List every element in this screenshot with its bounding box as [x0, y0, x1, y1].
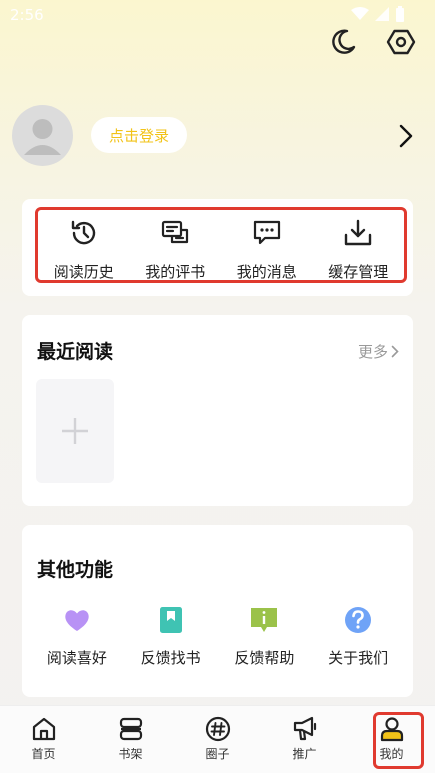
profile-chevron-right-icon[interactable] — [398, 124, 414, 152]
signal-icon — [375, 7, 389, 21]
nav-tab-promote[interactable]: 推广 — [261, 706, 348, 773]
plus-icon — [62, 418, 88, 444]
quick-item-reading-history[interactable]: 阅读历史 — [38, 210, 130, 281]
hexagon-settings-icon — [386, 29, 416, 55]
review-icon — [162, 220, 189, 244]
other-functions-card: 其他功能 阅读喜好 反馈找书 反馈帮助 关于我们 — [22, 525, 413, 697]
default-avatar-icon — [24, 119, 61, 155]
history-icon — [71, 220, 95, 245]
heart-icon — [65, 610, 89, 631]
func-item-feedback-help[interactable]: 反馈帮助 — [218, 605, 312, 668]
wifi-icon — [351, 7, 369, 20]
settings-button[interactable] — [384, 25, 418, 59]
night-mode-button[interactable] — [326, 25, 360, 59]
info-bubble-icon — [251, 608, 278, 632]
message-icon — [253, 220, 280, 245]
nav-label: 圈子 — [205, 747, 230, 761]
func-item-label: 关于我们 — [328, 649, 389, 667]
hashtag-icon — [205, 716, 230, 742]
battery-icon — [396, 6, 404, 22]
other-functions-row: 阅读喜好 反馈找书 反馈帮助 关于我们 — [30, 605, 405, 668]
more-link[interactable]: 更多 — [358, 341, 399, 362]
recent-reading-card: 最近阅读 更多 — [22, 315, 413, 506]
bookmark-icon — [159, 607, 182, 633]
status-icons — [351, 6, 405, 22]
status-time: 2:56 — [10, 6, 44, 24]
bottom-navigation: 首页 书架 圈子 推广 我的 — [0, 705, 435, 773]
question-icon — [345, 607, 372, 633]
quick-item-label: 我的消息 — [236, 263, 297, 281]
status-bar: 2:56 — [0, 0, 435, 32]
nav-tab-circle[interactable]: 圈子 — [174, 706, 261, 773]
func-item-reading-preferences[interactable]: 阅读喜好 — [30, 605, 124, 668]
nav-tab-bookshelf[interactable]: 书架 — [87, 706, 174, 773]
avatar[interactable] — [12, 105, 73, 166]
other-functions-title: 其他功能 — [37, 559, 114, 581]
quick-item-label: 缓存管理 — [328, 263, 389, 281]
recent-reading-title: 最近阅读 — [37, 341, 114, 363]
nav-label: 首页 — [31, 747, 56, 761]
quick-item-label: 我的评书 — [145, 263, 206, 281]
quick-actions-card: 阅读历史 我的评书 我的消息 缓存管理 — [22, 199, 413, 296]
func-item-label: 反馈帮助 — [234, 649, 295, 667]
bookshelf-icon — [119, 717, 142, 741]
func-item-label: 反馈找书 — [140, 649, 201, 667]
moon-icon — [332, 29, 356, 54]
more-label: 更多 — [357, 343, 388, 361]
active-tab-highlight — [373, 712, 424, 769]
quick-item-my-messages[interactable]: 我的消息 — [221, 210, 313, 281]
func-item-feedback-find-book[interactable]: 反馈找书 — [124, 605, 218, 668]
func-item-label: 阅读喜好 — [46, 649, 107, 667]
nav-label: 推广 — [292, 747, 317, 761]
quick-item-label: 阅读历史 — [53, 263, 114, 281]
quick-item-my-reviews[interactable]: 我的评书 — [130, 210, 222, 281]
nav-label: 书架 — [118, 747, 143, 761]
chevron-right-icon — [391, 345, 399, 358]
quick-item-cache-management[interactable]: 缓存管理 — [313, 210, 405, 281]
add-book-tile[interactable] — [36, 379, 114, 483]
login-button[interactable]: 点击登录 — [91, 117, 187, 153]
megaphone-icon — [293, 716, 316, 741]
func-item-about-us[interactable]: 关于我们 — [311, 605, 405, 668]
nav-tab-home[interactable]: 首页 — [0, 706, 87, 773]
download-icon — [345, 219, 372, 246]
home-icon — [32, 717, 55, 741]
quick-actions-row: 阅读历史 我的评书 我的消息 缓存管理 — [35, 207, 407, 283]
